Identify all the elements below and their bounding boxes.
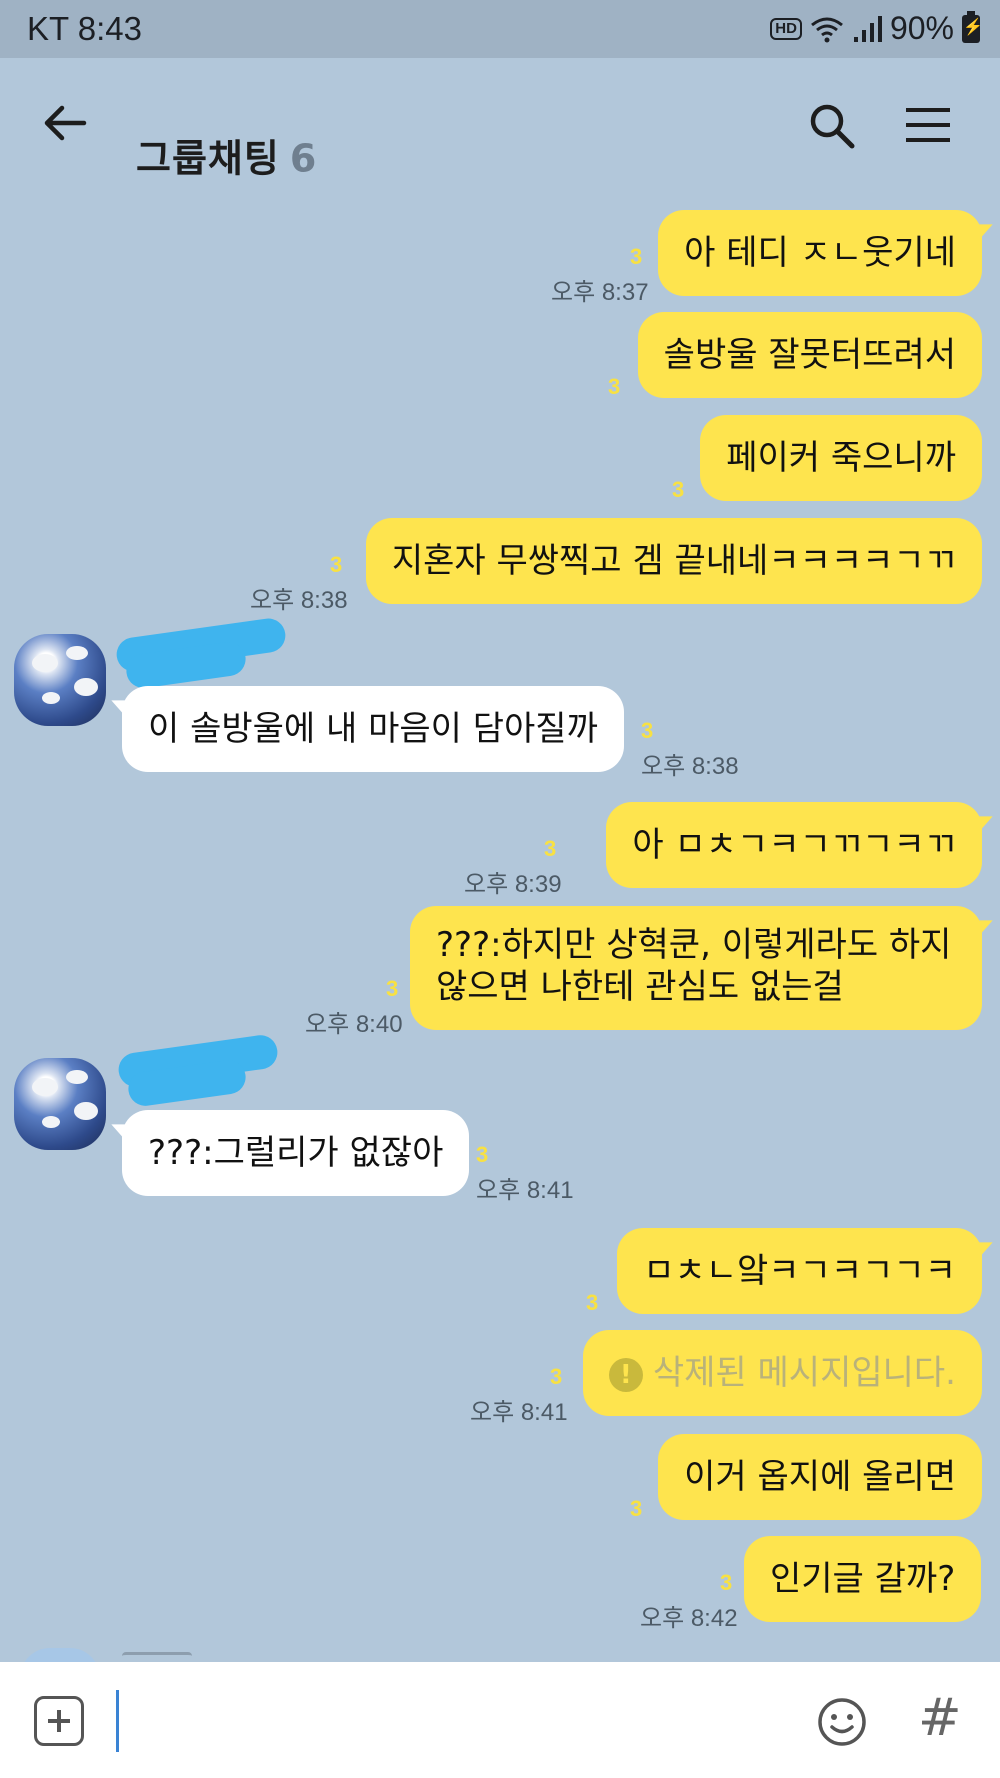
my-message-bubble[interactable]: 페이커 죽으니까 xyxy=(700,415,982,501)
search-icon[interactable] xyxy=(806,100,858,152)
deleted-message-bubble[interactable]: ! 삭제된 메시지입니다. xyxy=(582,1330,982,1416)
status-bar: KT 8:43 HD 90% xyxy=(0,0,1000,58)
message-time: 오후 8:41 xyxy=(476,1177,574,1204)
unread-count: 3 xyxy=(641,718,654,743)
chat-title: 그룹채팅 6 xyxy=(136,128,317,183)
my-message-bubble[interactable]: ???:하지만 상혁쿤, 이렇게라도 하지 않으면 나한테 관심도 없는걸 xyxy=(410,906,982,1030)
deleted-message-text: 삭제된 메시지입니다. xyxy=(652,1353,956,1393)
my-message-bubble[interactable]: 지혼자 무쌍찍고 겜 끝내네ㅋㅋㅋㅋㄱㄲ xyxy=(365,518,982,604)
chat-header: 그룹채팅 6 xyxy=(0,58,1000,193)
battery-icon xyxy=(962,10,983,43)
warning-icon: ! xyxy=(608,1357,643,1392)
my-message-bubble[interactable]: 아 ㅁㅊㄱㅋㄱㄲㄱㅋㄲ xyxy=(606,802,982,888)
carrier-time: KT 8:43 xyxy=(27,10,142,47)
member-count: 6 xyxy=(289,136,318,181)
unread-count: 3 xyxy=(630,1496,643,1521)
my-message-bubble[interactable]: ㅁㅊㄴ앜ㅋㄱㅋㄱㄱㅋ xyxy=(617,1228,982,1314)
unread-count: 3 xyxy=(550,1364,563,1389)
avatar[interactable] xyxy=(14,634,106,726)
message-time: 오후 8:37 xyxy=(551,279,649,306)
avatar[interactable] xyxy=(14,1058,106,1150)
hash-icon[interactable]: # xyxy=(918,1688,962,1748)
signal-icon xyxy=(853,15,882,42)
my-message-bubble[interactable]: 인기글 갈까? xyxy=(744,1536,982,1622)
unread-count: 3 xyxy=(672,477,685,502)
unread-count: 3 xyxy=(476,1142,489,1167)
unread-count: 3 xyxy=(544,836,557,861)
message-time: 오후 8:38 xyxy=(641,753,739,780)
plus-icon[interactable] xyxy=(34,1696,84,1746)
hd-icon: HD xyxy=(770,17,802,40)
message-input[interactable] xyxy=(116,1690,783,1752)
status-icons: HD 90% xyxy=(770,10,983,47)
message-line: 않으면 나한테 관심도 없는걸 xyxy=(436,967,844,1007)
unread-count: 3 xyxy=(720,1570,733,1595)
unread-count: 3 xyxy=(386,976,399,1001)
input-bar: # xyxy=(0,1662,1000,1778)
unread-count: 3 xyxy=(608,374,621,399)
my-message-bubble[interactable]: 아 테디 ㅈㄴ웃기네 xyxy=(658,210,982,296)
message-time: 오후 8:41 xyxy=(470,1399,568,1426)
message-time: 오후 8:42 xyxy=(640,1605,738,1632)
battery-percent: 90% xyxy=(889,10,954,46)
message-time: 오후 8:39 xyxy=(464,871,562,898)
their-message-bubble[interactable]: 이 솔방울에 내 마음이 담아질까 xyxy=(122,686,624,772)
unread-count: 3 xyxy=(330,552,343,577)
emoji-icon[interactable] xyxy=(816,1696,868,1748)
my-message-bubble[interactable]: 이거 옵지에 올리면 xyxy=(658,1434,982,1520)
unread-count: 3 xyxy=(586,1290,599,1315)
my-message-bubble[interactable]: 솔방울 잘못터뜨려서 xyxy=(637,312,982,398)
wifi-icon xyxy=(811,17,843,42)
menu-icon[interactable] xyxy=(906,108,950,142)
their-message-bubble[interactable]: ???:그럴리가 없잖아 xyxy=(122,1110,470,1196)
message-line: ???:하지만 상혁쿤, 이렇게라도 하지 xyxy=(436,925,952,965)
chat-title-text: 그룹채팅 xyxy=(136,136,280,181)
unread-count: 3 xyxy=(630,244,643,269)
message-time: 오후 8:40 xyxy=(305,1011,403,1038)
back-arrow-icon[interactable] xyxy=(40,98,90,148)
message-time: 오후 8:38 xyxy=(250,587,348,614)
